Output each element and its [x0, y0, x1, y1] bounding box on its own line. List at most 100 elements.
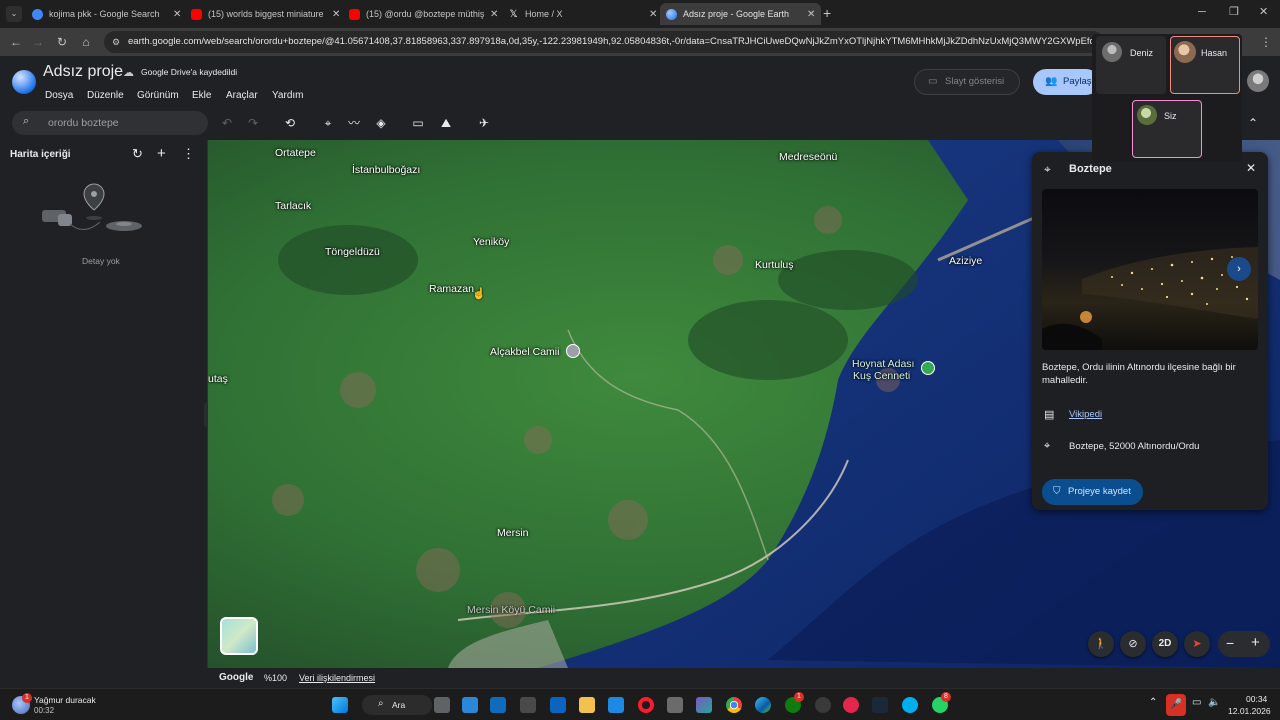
browser-tab-youtube-2[interactable]: (15) @ordu @boztepe müthiş ✕: [343, 3, 504, 25]
outlook-icon[interactable]: [550, 697, 566, 713]
clock-date[interactable]: 12.01.2026: [1228, 706, 1271, 716]
tab-search-button[interactable]: ⌄: [6, 6, 22, 22]
google-earth-logo-icon[interactable]: [12, 70, 36, 94]
volume-icon[interactable]: 🔈: [1208, 697, 1220, 708]
chrome-icon[interactable]: [726, 697, 742, 713]
xbox-icon[interactable]: 1: [785, 692, 804, 713]
place-label[interactable]: Kurtuluş: [755, 259, 794, 271]
data-attribution-link[interactable]: Veri ilişkilendirmesi: [299, 673, 375, 683]
compass-button[interactable]: ➤: [1184, 631, 1210, 657]
zoom-out-button[interactable]: −: [1226, 635, 1234, 651]
windows-start-icon[interactable]: [332, 697, 348, 713]
app-icon-5[interactable]: [815, 697, 831, 713]
browser-tab-google-search[interactable]: kojima pkk - Google Search ✕: [26, 3, 187, 25]
place-label[interactable]: Ramazan: [429, 283, 474, 295]
flight-tools-icon[interactable]: ✈: [476, 115, 492, 131]
next-photo-button[interactable]: ›: [1227, 257, 1251, 281]
browser-tab-youtube-1[interactable]: (15) worlds biggest miniature t ✕: [185, 3, 346, 25]
weather-icon[interactable]: 1: [12, 693, 32, 714]
place-label[interactable]: Kuş Cenneti: [853, 370, 910, 382]
menu-tools[interactable]: Araçlar: [226, 90, 258, 101]
close-icon[interactable]: ✕: [490, 9, 498, 20]
add-placemark-icon[interactable]: ⌖: [320, 115, 336, 131]
place-label[interactable]: Ortatepe: [275, 147, 316, 159]
menu-view[interactable]: Görünüm: [137, 90, 179, 101]
layers-icon[interactable]: ◈: [373, 115, 389, 131]
menu-edit[interactable]: Düzenle: [87, 90, 124, 101]
close-icon[interactable]: ✕: [807, 9, 815, 20]
steam-icon[interactable]: [872, 697, 888, 713]
collaborator-card[interactable]: Hasan: [1170, 36, 1240, 94]
more-options-icon[interactable]: ⋮: [182, 146, 195, 162]
undo-icon[interactable]: ↶: [219, 115, 235, 131]
app-icon-3[interactable]: [608, 697, 624, 713]
app-icon-2[interactable]: [490, 697, 506, 713]
file-explorer-icon[interactable]: [579, 697, 595, 713]
place-label[interactable]: Mersin: [497, 527, 529, 539]
mosque-poi-icon[interactable]: [566, 344, 580, 358]
restore-button[interactable]: ❐: [1229, 5, 1239, 18]
edge-icon[interactable]: [755, 697, 771, 713]
close-icon[interactable]: ✕: [332, 9, 340, 20]
draw-path-icon[interactable]: 〰: [346, 115, 362, 131]
zoom-in-button[interactable]: +: [1251, 634, 1260, 651]
whatsapp-icon[interactable]: 8: [932, 692, 951, 713]
2d-toggle-button[interactable]: 2D: [1152, 631, 1178, 657]
place-label[interactable]: Hoynat Adası: [852, 358, 914, 370]
redo-icon[interactable]: ↷: [245, 115, 261, 131]
wikipedia-link[interactable]: Vikipedi: [1069, 409, 1102, 420]
store-icon[interactable]: [520, 697, 536, 713]
add-image-icon[interactable]: ⛰: [438, 115, 454, 131]
menu-help[interactable]: Yardım: [272, 90, 304, 101]
basemap-thumbnail-button[interactable]: [220, 617, 258, 655]
history-icon[interactable]: ⟲: [282, 115, 298, 131]
street-view-pegman-button[interactable]: 🚶: [1088, 631, 1114, 657]
place-label[interactable]: Mersin Köyü Camii: [467, 604, 555, 616]
place-label[interactable]: Alçakbel Camii: [490, 346, 559, 358]
close-icon[interactable]: ✕: [173, 9, 181, 20]
close-icon[interactable]: ✕: [1246, 161, 1256, 175]
clock-time[interactable]: 00:34: [1246, 694, 1267, 704]
home-icon[interactable]: ⌂: [78, 34, 94, 50]
place-label[interactable]: Aziziye: [949, 255, 982, 267]
task-view-icon[interactable]: [434, 697, 450, 713]
reload-icon[interactable]: ↻: [54, 34, 70, 50]
network-icon[interactable]: ▭: [1192, 697, 1201, 708]
media-player-icon[interactable]: [843, 697, 859, 713]
new-tab-button[interactable]: +: [823, 5, 831, 21]
tray-overflow-icon[interactable]: ⌃: [1149, 697, 1157, 708]
project-title[interactable]: Adsız proje: [43, 63, 123, 81]
park-poi-icon[interactable]: [921, 361, 935, 375]
rotate-lock-button[interactable]: ⊘: [1120, 631, 1146, 657]
weather-title[interactable]: Yağmur duracak: [34, 695, 96, 705]
opera-icon[interactable]: [638, 697, 654, 713]
place-photo[interactable]: ›: [1042, 189, 1258, 350]
search-box[interactable]: ⌕ orordu boztepe: [12, 111, 208, 135]
slideshow-button[interactable]: ▭ Slayt gösterisi: [914, 69, 1020, 95]
menu-file[interactable]: Dosya: [45, 90, 73, 101]
collaborator-card[interactable]: Deniz: [1096, 36, 1166, 94]
save-to-project-button[interactable]: ⛉ Projeye kaydet: [1042, 479, 1143, 505]
browser-menu-icon[interactable]: ⋮: [1258, 34, 1274, 50]
account-avatar[interactable]: [1247, 70, 1269, 92]
menu-insert[interactable]: Ekle: [192, 90, 211, 101]
forward-arrow-icon[interactable]: →: [30, 34, 46, 50]
collaborator-card-self[interactable]: Siz: [1132, 100, 1202, 158]
measure-icon[interactable]: ▭: [410, 115, 426, 131]
close-icon[interactable]: ✕: [649, 9, 657, 20]
browser-tab-google-earth[interactable]: Adsız proje - Google Earth ✕: [660, 3, 822, 25]
place-label[interactable]: utaş: [208, 373, 228, 385]
app-icon-4[interactable]: [696, 697, 712, 713]
address-bar[interactable]: ⚙ earth.google.com/web/search/orordu+boz…: [104, 31, 1104, 53]
back-arrow-icon[interactable]: ←: [8, 34, 24, 50]
search-input[interactable]: orordu boztepe: [48, 117, 119, 129]
place-label[interactable]: İstanbulboğazı: [352, 164, 420, 176]
share-button[interactable]: 👥 Paylaş: [1033, 69, 1099, 95]
place-label[interactable]: Tarlacık: [275, 200, 311, 212]
microphone-active-icon[interactable]: 🎤: [1166, 694, 1186, 716]
minimize-button[interactable]: ─: [1198, 6, 1206, 18]
window-close-button[interactable]: ✕: [1259, 5, 1268, 18]
place-label[interactable]: Töngeldüzü: [325, 246, 380, 258]
place-label[interactable]: Medreseönü: [779, 151, 837, 163]
calculator-icon[interactable]: [667, 697, 683, 713]
